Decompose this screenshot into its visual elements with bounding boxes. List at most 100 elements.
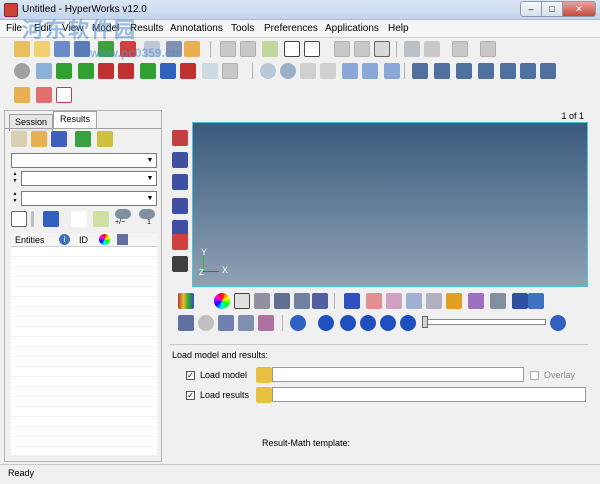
copy-icon[interactable]	[424, 41, 440, 57]
cut-icon[interactable]	[404, 41, 420, 57]
entity-display-icon[interactable]	[43, 211, 59, 227]
menu-preferences[interactable]: Preferences	[264, 23, 318, 34]
view-yz-icon[interactable]	[98, 63, 114, 79]
tracking-icon[interactable]	[490, 293, 506, 309]
delete-icon[interactable]	[480, 41, 496, 57]
contour-legend-icon[interactable]	[178, 293, 194, 309]
plot-icon[interactable]	[56, 87, 72, 103]
load-model-checkbox[interactable]: ✓	[186, 371, 195, 380]
browse-results-icon[interactable]	[256, 387, 272, 403]
zoom-mode-icon[interactable]	[14, 63, 30, 79]
page-layout-icon[interactable]	[262, 41, 278, 57]
filter-icon[interactable]	[11, 211, 27, 227]
view-right-icon[interactable]	[160, 63, 176, 79]
view-bottom-icon[interactable]	[180, 63, 196, 79]
chart-icon[interactable]	[238, 315, 254, 331]
reveal-icon[interactable]	[426, 293, 442, 309]
display-icon[interactable]	[117, 234, 128, 245]
play-icon[interactable]	[360, 315, 376, 331]
wireframe-icon[interactable]	[234, 293, 250, 309]
first-frame-icon[interactable]	[318, 315, 334, 331]
camera-2-icon[interactable]	[434, 63, 450, 79]
camera-1-icon[interactable]	[412, 63, 428, 79]
measure-icon[interactable]	[446, 293, 462, 309]
zoom-window-icon[interactable]	[260, 63, 276, 79]
animation-edit-icon[interactable]	[178, 315, 194, 331]
pan-icon[interactable]	[300, 63, 316, 79]
browse-model-icon[interactable]	[256, 367, 272, 383]
menu-annotations[interactable]: Annotations	[170, 23, 223, 34]
last-frame-icon[interactable]	[400, 315, 416, 331]
color-icon[interactable]	[99, 234, 110, 245]
camera-3-icon[interactable]	[456, 63, 472, 79]
view-left-icon[interactable]	[140, 63, 156, 79]
rotate-center-icon[interactable]	[320, 63, 336, 79]
report-icon[interactable]	[36, 87, 52, 103]
animation-settings-icon[interactable]	[550, 315, 566, 331]
menu-file[interactable]: File	[6, 23, 22, 34]
slider-handle[interactable]	[422, 316, 428, 328]
iso-panel-icon[interactable]	[172, 174, 188, 190]
comment-icon[interactable]	[198, 315, 214, 331]
eye-icon[interactable]	[139, 209, 155, 219]
contour-panel-icon[interactable]	[172, 152, 188, 168]
previous-frame-icon[interactable]	[340, 315, 356, 331]
menu-help[interactable]: Help	[388, 23, 409, 34]
view-xy-icon[interactable]	[78, 63, 94, 79]
info-panel-icon[interactable]	[528, 293, 544, 309]
section-icon[interactable]	[386, 293, 402, 309]
folder-icon[interactable]	[184, 41, 200, 57]
monitor-icon[interactable]	[172, 256, 188, 272]
minimize-button[interactable]: –	[520, 1, 542, 17]
forward-icon[interactable]	[240, 41, 256, 57]
window-layout-icon[interactable]	[284, 41, 300, 57]
model-file-input[interactable]	[272, 367, 524, 382]
movie-camera-icon[interactable]	[540, 63, 556, 79]
menu-applications[interactable]: Applications	[325, 23, 379, 34]
rotate-up-down-icon[interactable]	[362, 63, 378, 79]
single-window-icon[interactable]	[304, 41, 320, 57]
id-column-header[interactable]: ID	[79, 235, 88, 245]
calendar-icon[interactable]	[172, 130, 188, 146]
subcase-spinner[interactable]: ▲ ▼	[11, 171, 19, 186]
cursor-icon[interactable]	[71, 211, 87, 227]
result-legend-icon[interactable]	[97, 131, 113, 147]
result-folder-icon[interactable]	[31, 131, 47, 147]
pencil-icon[interactable]	[218, 315, 234, 331]
notes-icon[interactable]	[512, 293, 528, 309]
load-results-checkbox[interactable]: ✓	[186, 391, 195, 400]
synchronize-icon[interactable]	[354, 41, 370, 57]
deform-panel-icon[interactable]	[172, 234, 188, 250]
feature-lines-icon[interactable]	[294, 293, 310, 309]
entity-attributes-icon[interactable]	[344, 293, 360, 309]
camera-6-icon[interactable]	[520, 63, 536, 79]
camera-4-icon[interactable]	[478, 63, 494, 79]
transparency-icon[interactable]	[312, 293, 328, 309]
view-xz-icon[interactable]	[118, 63, 134, 79]
animation-mode-icon[interactable]	[290, 315, 306, 331]
entities-list[interactable]	[11, 247, 157, 455]
camera-5-icon[interactable]	[500, 63, 516, 79]
visibility-toggle-icon[interactable]	[115, 209, 131, 219]
rotate-left-right-icon[interactable]	[342, 63, 358, 79]
maximize-button[interactable]: □	[541, 1, 563, 17]
spin-icon[interactable]	[384, 63, 400, 79]
view-options-icon[interactable]	[222, 63, 238, 79]
expand-window-icon[interactable]	[334, 41, 350, 57]
viewport-canvas[interactable]: Y Z X	[192, 122, 588, 287]
client-selector-icon[interactable]	[374, 41, 390, 57]
mesh-lines-icon[interactable]	[274, 293, 290, 309]
result-contour-icon[interactable]	[51, 131, 67, 147]
results-file-input[interactable]	[272, 387, 586, 402]
simulation-select[interactable]: ▼	[21, 191, 157, 206]
load-result-icon[interactable]	[11, 131, 27, 147]
result-add-icon[interactable]	[75, 131, 91, 147]
result-type-select[interactable]: ▼	[11, 153, 157, 168]
entities-column-header[interactable]: Entities	[15, 235, 45, 245]
subcase-select[interactable]: ▼	[21, 171, 157, 186]
paste-icon[interactable]	[452, 41, 468, 57]
curve-icon[interactable]	[258, 315, 274, 331]
tab-results[interactable]: Results	[53, 111, 97, 128]
vector-panel-icon[interactable]	[172, 198, 188, 214]
overlay-checkbox[interactable]	[530, 371, 539, 380]
